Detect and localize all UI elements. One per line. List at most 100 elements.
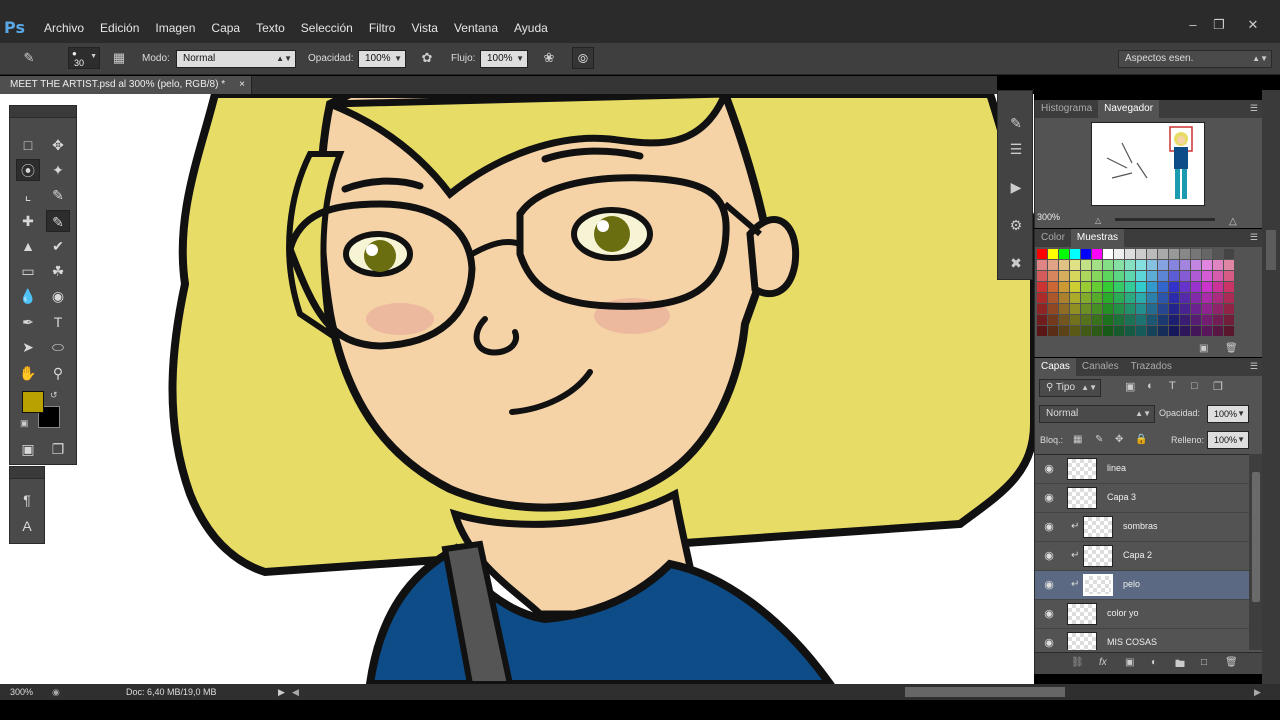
color-swatch[interactable]	[1136, 282, 1146, 292]
adjustments-icon[interactable]: ☰	[1004, 137, 1028, 161]
color-swatch[interactable]	[1136, 271, 1146, 281]
color-swatch[interactable]	[1180, 326, 1190, 336]
layer-thumbnail[interactable]	[1067, 487, 1097, 509]
color-swatch[interactable]	[1125, 271, 1135, 281]
color-swatch[interactable]	[1048, 271, 1058, 281]
color-swatch[interactable]	[1147, 293, 1157, 303]
color-swatch[interactable]	[1070, 315, 1080, 325]
brush-tool-icon[interactable]: ✎	[46, 210, 70, 232]
color-swatch[interactable]	[1202, 315, 1212, 325]
navigator-zoom-value[interactable]: 300%	[1037, 212, 1060, 222]
close-icon[interactable]: ✕	[1242, 17, 1264, 33]
visibility-eye-icon[interactable]: ◉	[1041, 462, 1057, 476]
color-swatch[interactable]	[1059, 293, 1069, 303]
layer-name[interactable]: linea	[1107, 463, 1126, 473]
pressure-size-icon[interactable]: ⦾	[572, 47, 594, 69]
color-swatch[interactable]	[1081, 249, 1091, 259]
menu-item-3[interactable]: Capa	[211, 21, 240, 35]
color-swatch[interactable]	[1169, 293, 1179, 303]
color-swatch[interactable]	[1114, 304, 1124, 314]
default-colors-icon[interactable]: ▣	[20, 418, 29, 429]
brush-panel-toggle-icon[interactable]: ▦	[108, 47, 130, 69]
zoom-in-icon[interactable]: △	[1229, 216, 1237, 227]
color-swatch[interactable]	[1092, 260, 1102, 270]
color-swatch[interactable]	[1114, 249, 1124, 259]
color-swatch[interactable]	[1070, 260, 1080, 270]
layer-name[interactable]: Capa 3	[1107, 492, 1136, 502]
color-swatch[interactable]	[1147, 249, 1157, 259]
actions-play-icon[interactable]: ▶	[1004, 175, 1028, 199]
color-swatch[interactable]	[1169, 260, 1179, 270]
color-swatch[interactable]	[1180, 282, 1190, 292]
color-swatch[interactable]	[1081, 260, 1091, 270]
color-swatch[interactable]	[1114, 326, 1124, 336]
tab-paths[interactable]: Trazados	[1125, 358, 1178, 376]
color-swatch[interactable]	[1037, 260, 1047, 270]
color-swatch[interactable]	[1125, 315, 1135, 325]
color-swatch[interactable]	[1048, 304, 1058, 314]
path-selection-tool-icon[interactable]: ➤	[16, 336, 40, 358]
color-swatch[interactable]	[1081, 271, 1091, 281]
foreground-color-swatch[interactable]	[22, 391, 44, 413]
color-swatch[interactable]	[1048, 260, 1058, 270]
pen-tool-icon[interactable]: ✒	[16, 311, 40, 333]
layer-thumbnail[interactable]	[1067, 632, 1097, 650]
color-swatch[interactable]	[1180, 271, 1190, 281]
color-swatch[interactable]	[1147, 260, 1157, 270]
dodge-tool-icon[interactable]: ◉	[46, 285, 70, 307]
color-swatch[interactable]	[1059, 282, 1069, 292]
layer-thumbnail[interactable]	[1083, 545, 1113, 567]
quick-mask-icon[interactable]: ▣	[16, 438, 40, 460]
color-swatch[interactable]	[1180, 304, 1190, 314]
color-swatch[interactable]	[1147, 282, 1157, 292]
color-swatch[interactable]	[1158, 304, 1168, 314]
screen-mode-icon[interactable]: ❐	[46, 438, 70, 460]
tab-channels[interactable]: Canales	[1076, 358, 1125, 376]
color-swatch[interactable]	[1224, 271, 1234, 281]
healing-brush-tool-icon[interactable]: ✚	[16, 210, 40, 232]
color-swatch[interactable]	[1213, 326, 1223, 336]
color-swatch[interactable]	[1213, 315, 1223, 325]
crop-tool-icon[interactable]: ⌞	[16, 184, 40, 206]
color-swatch[interactable]	[1213, 260, 1223, 270]
zoom-tool-icon[interactable]: ⚲	[46, 362, 70, 384]
history-brush-tool-icon[interactable]: ✔	[46, 235, 70, 257]
color-swatch[interactable]	[1114, 315, 1124, 325]
clone-stamp-tool-icon[interactable]: ▲	[16, 235, 40, 257]
blur-tool-icon[interactable]: 💧	[16, 285, 40, 307]
layer-thumbnail[interactable]	[1083, 516, 1113, 538]
color-swatch[interactable]	[1213, 282, 1223, 292]
color-swatch[interactable]	[1048, 293, 1058, 303]
scroll-right-icon[interactable]: ▶	[1254, 684, 1261, 700]
filter-type-icon[interactable]: T	[1169, 380, 1176, 392]
layer-opacity-input[interactable]: 100% ▼	[1207, 405, 1249, 423]
layer-row[interactable]: ◉ color yo	[1035, 600, 1249, 629]
layer-row[interactable]: ◉ ↵ pelo	[1035, 571, 1249, 600]
color-swatch[interactable]	[1202, 271, 1212, 281]
swatch-grid[interactable]	[1035, 247, 1249, 339]
color-swatch[interactable]	[1037, 249, 1047, 259]
color-swatch[interactable]	[1169, 282, 1179, 292]
color-swatch[interactable]	[1092, 249, 1102, 259]
color-swatch[interactable]	[1048, 249, 1058, 259]
color-swatch[interactable]	[1092, 293, 1102, 303]
tab-histogram[interactable]: Histograma	[1035, 100, 1098, 118]
properties-icon[interactable]: ⚙	[1004, 213, 1028, 237]
layer-thumbnail[interactable]	[1083, 574, 1113, 596]
panel-menu-icon[interactable]: ☰	[1250, 103, 1258, 114]
layer-filter-select[interactable]: ⚲ Tipo ▲▼	[1039, 379, 1101, 397]
color-swatch[interactable]	[1070, 293, 1080, 303]
color-swatch[interactable]	[1147, 326, 1157, 336]
lock-position-icon[interactable]: ✥	[1115, 434, 1123, 445]
color-swatch[interactable]	[1103, 271, 1113, 281]
tools-settings-icon[interactable]: ✖	[1004, 251, 1028, 275]
color-swatch[interactable]	[1081, 293, 1091, 303]
color-swatch[interactable]	[1136, 293, 1146, 303]
color-swatch[interactable]	[1114, 293, 1124, 303]
airbrush-icon[interactable]: ❀	[538, 47, 560, 69]
color-swatch[interactable]	[1136, 249, 1146, 259]
eraser-tool-icon[interactable]: ▭	[16, 260, 40, 282]
color-swatch[interactable]	[1191, 282, 1201, 292]
color-swatch[interactable]	[1191, 260, 1201, 270]
color-swatch[interactable]	[1202, 326, 1212, 336]
